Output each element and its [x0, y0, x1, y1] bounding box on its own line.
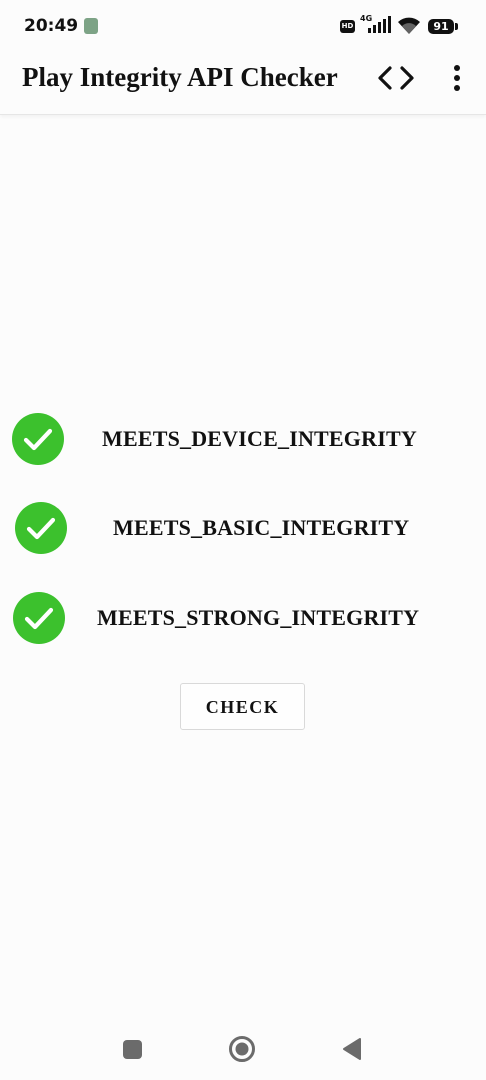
- check-label: MEETS_DEVICE_INTEGRITY: [102, 426, 417, 451]
- code-icon: [378, 66, 414, 90]
- notification-icon: [84, 18, 98, 34]
- signal-icon: [368, 16, 391, 33]
- check-label: MEETS_STRONG_INTEGRITY: [97, 605, 420, 630]
- more-vert-icon: [454, 65, 460, 91]
- back-icon[interactable]: [341, 1037, 363, 1061]
- recents-icon[interactable]: [123, 1040, 142, 1059]
- hd-badge: HD: [340, 20, 355, 33]
- app-title: Play Integrity API Checker: [22, 62, 338, 92]
- check-circle-icon: [13, 592, 65, 644]
- check-row-basic: MEETS_BASIC_INTEGRITY: [0, 501, 486, 557]
- app-bar: Play Integrity API Checker: [0, 52, 486, 115]
- check-row-device: MEETS_DEVICE_INTEGRITY: [0, 411, 486, 467]
- check-row-strong: MEETS_STRONG_INTEGRITY: [0, 590, 486, 646]
- status-bar: 20:49 HD 4G 91: [0, 0, 486, 52]
- battery-tip: [455, 23, 458, 30]
- status-time: 20:49: [24, 16, 79, 36]
- check-circle-icon: [12, 413, 64, 465]
- check-label: MEETS_BASIC_INTEGRITY: [113, 515, 410, 540]
- check-button[interactable]: CHECK: [180, 683, 305, 730]
- wifi-icon: [398, 17, 420, 34]
- more-options-button[interactable]: [440, 60, 474, 96]
- check-circle-icon: [15, 502, 67, 554]
- battery-icon: 91: [428, 19, 454, 34]
- code-button[interactable]: [372, 60, 420, 96]
- home-icon[interactable]: [228, 1035, 256, 1063]
